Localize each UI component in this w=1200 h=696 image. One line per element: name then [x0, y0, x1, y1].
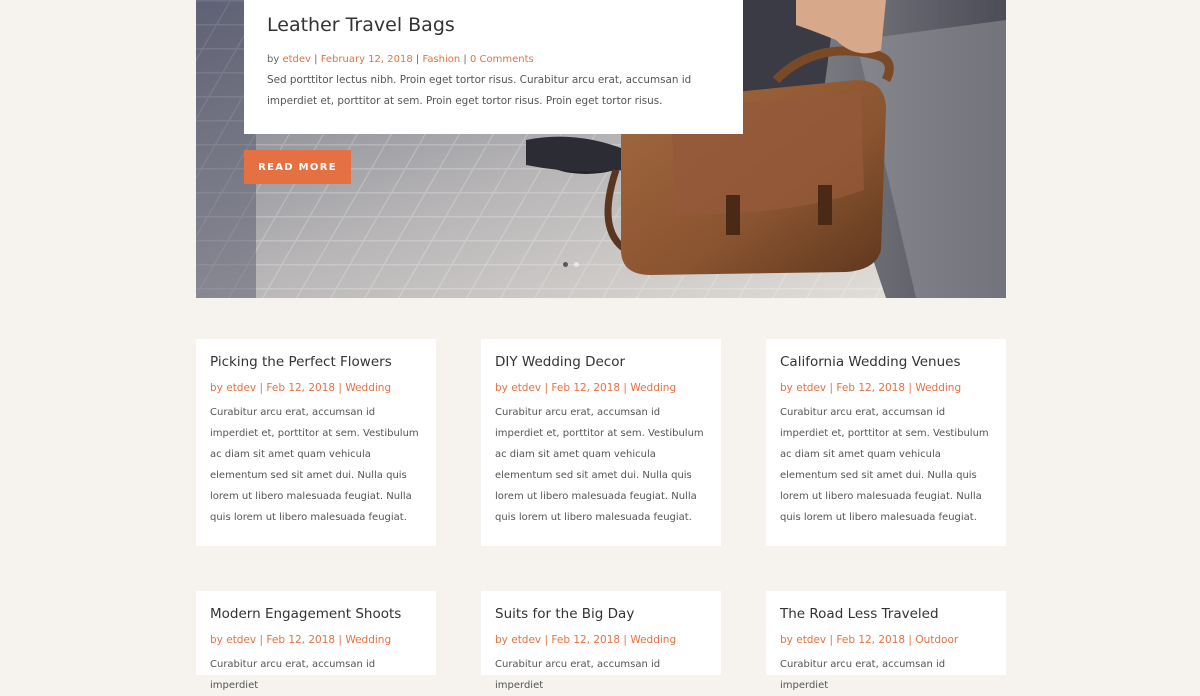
meta-separator: |	[829, 634, 834, 646]
featured-slider: Leather Travel Bags by etdev | February …	[196, 0, 1006, 298]
author-link[interactable]: etdev	[282, 54, 311, 65]
meta-by: by	[210, 382, 223, 394]
post-meta: by etdev | Feb 12, 2018 | Wedding	[780, 381, 992, 395]
meta-separator: |	[908, 634, 912, 646]
meta-by: by	[780, 634, 793, 646]
post-card: Picking the Perfect Flowers by etdev | F…	[196, 339, 436, 546]
meta-by: by	[267, 54, 280, 65]
category-link[interactable]: Wedding	[630, 634, 676, 646]
meta-separator: |	[908, 382, 912, 394]
author-link[interactable]: etdev	[796, 382, 826, 394]
category-link[interactable]: Wedding	[630, 382, 676, 394]
date-link[interactable]: Feb 12, 2018	[836, 382, 905, 394]
post-card: DIY Wedding Decor by etdev | Feb 12, 201…	[481, 339, 721, 546]
post-title[interactable]: DIY Wedding Decor	[495, 353, 707, 371]
meta-separator: |	[623, 634, 627, 646]
author-link[interactable]: etdev	[226, 634, 256, 646]
featured-post-meta: by etdev | February 12, 2018 | Fashion |…	[267, 53, 721, 67]
meta-by: by	[780, 382, 793, 394]
meta-by: by	[495, 634, 508, 646]
post-excerpt: Curabitur arcu erat, accumsan id imperdi…	[495, 407, 704, 523]
post-title[interactable]: The Road Less Traveled	[780, 605, 992, 623]
meta-separator: |	[829, 382, 834, 394]
category-link[interactable]: Fashion	[422, 54, 460, 65]
post-meta: by etdev | Feb 12, 2018 | Wedding	[210, 633, 422, 647]
post-title[interactable]: Picking the Perfect Flowers	[210, 353, 422, 371]
meta-by: by	[495, 382, 508, 394]
post-meta: by etdev | Feb 12, 2018 | Wedding	[495, 633, 707, 647]
post-title[interactable]: Modern Engagement Shoots	[210, 605, 422, 623]
post-excerpt: Curabitur arcu erat, accumsan id imperdi…	[210, 407, 419, 523]
meta-separator: |	[259, 382, 264, 394]
author-link[interactable]: etdev	[511, 634, 541, 646]
date-link[interactable]: Feb 12, 2018	[551, 634, 620, 646]
category-link[interactable]: Wedding	[915, 382, 961, 394]
post-meta: by etdev | Feb 12, 2018 | Wedding	[210, 381, 422, 395]
meta-separator: |	[544, 634, 549, 646]
slider-pagination	[563, 262, 579, 267]
category-link[interactable]: Wedding	[345, 634, 391, 646]
date-link[interactable]: Feb 12, 2018	[266, 634, 335, 646]
date-link[interactable]: Feb 12, 2018	[551, 382, 620, 394]
post-title[interactable]: California Wedding Venues	[780, 353, 992, 371]
post-title[interactable]: Suits for the Big Day	[495, 605, 707, 623]
date-link[interactable]: February 12, 2018	[321, 54, 413, 65]
post-excerpt: Curabitur arcu erat, accumsan id imperdi…	[780, 659, 946, 691]
meta-separator: |	[338, 382, 342, 394]
slider-dot[interactable]	[574, 262, 579, 267]
post-excerpt: Curabitur arcu erat, accumsan id imperdi…	[495, 659, 661, 691]
slider-dot[interactable]	[563, 262, 568, 267]
author-link[interactable]: etdev	[796, 634, 826, 646]
date-link[interactable]: Feb 12, 2018	[836, 634, 905, 646]
post-card: The Road Less Traveled by etdev | Feb 12…	[766, 591, 1006, 691]
author-link[interactable]: etdev	[511, 382, 541, 394]
post-card: Suits for the Big Day by etdev | Feb 12,…	[481, 591, 721, 691]
post-card: Modern Engagement Shoots by etdev | Feb …	[196, 591, 436, 691]
category-link[interactable]: Outdoor	[915, 634, 958, 646]
comments-link[interactable]: 0 Comments	[470, 54, 534, 65]
post-excerpt: Curabitur arcu erat, accumsan id imperdi…	[210, 659, 376, 691]
meta-separator: |	[544, 382, 549, 394]
category-link[interactable]: Wedding	[345, 382, 391, 394]
post-card: California Wedding Venues by etdev | Feb…	[766, 339, 1006, 546]
meta-separator: |	[463, 54, 467, 65]
featured-post-title[interactable]: Leather Travel Bags	[267, 12, 721, 38]
featured-post-excerpt: Sed porttitor lectus nibh. Proin eget to…	[267, 74, 692, 107]
meta-separator: |	[623, 382, 627, 394]
post-excerpt: Curabitur arcu erat, accumsan id imperdi…	[780, 407, 989, 523]
meta-by: by	[210, 634, 223, 646]
meta-separator: |	[415, 54, 420, 65]
featured-post-card: Leather Travel Bags by etdev | February …	[244, 0, 743, 134]
meta-separator: |	[314, 54, 318, 65]
meta-separator: |	[338, 634, 342, 646]
post-meta: by etdev | Feb 12, 2018 | Outdoor	[780, 633, 992, 647]
meta-separator: |	[259, 634, 264, 646]
post-meta: by etdev | Feb 12, 2018 | Wedding	[495, 381, 707, 395]
read-more-button[interactable]: READ MORE	[244, 150, 351, 184]
author-link[interactable]: etdev	[226, 382, 256, 394]
date-link[interactable]: Feb 12, 2018	[266, 382, 335, 394]
